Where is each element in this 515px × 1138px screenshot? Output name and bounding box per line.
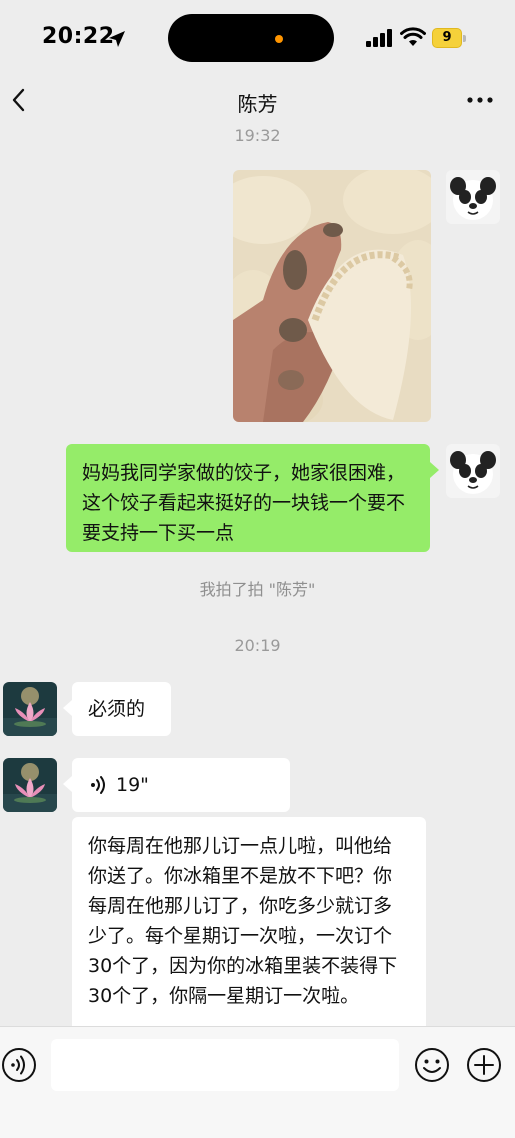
cellular-signal-icon (366, 29, 392, 47)
message-input[interactable] (51, 1039, 399, 1091)
my-avatar[interactable] (446, 170, 500, 224)
bubble-tail (430, 462, 439, 478)
wifi-icon (400, 27, 426, 46)
chat-header: 陈芳 (0, 76, 515, 126)
pat-notice: 我拍了拍 "陈芳" (199, 580, 316, 599)
dynamic-island (168, 14, 334, 62)
voice-wave-icon (91, 776, 105, 794)
battery-level: 9 (442, 30, 452, 45)
lotus-avatar-icon (3, 758, 57, 812)
plus-circle-icon[interactable] (465, 1046, 503, 1084)
emoji-icon[interactable] (413, 1046, 451, 1084)
voice-duration: 19" (116, 774, 149, 796)
message-list[interactable]: 19:32 妈妈我同学家做的饺子，她家很困难，这个饺子看起来挺好的一块钱一个要不… (0, 126, 515, 1026)
sent-message-bubble[interactable]: 妈妈我同学家做的饺子，她家很困难，这个饺子看起来挺好的一块钱一个要不要支持一下买… (66, 444, 430, 552)
sent-message-text: 妈妈我同学家做的饺子，她家很困难，这个饺子看起来挺好的一块钱一个要不要支持一下买… (82, 462, 406, 544)
contact-avatar[interactable] (3, 682, 57, 736)
privacy-indicator-dot (275, 35, 283, 43)
bubble-tail (63, 700, 72, 716)
voice-message-bubble[interactable]: 19" (72, 758, 290, 812)
status-time: 20:22 (42, 24, 115, 49)
bubble-tail (63, 776, 72, 792)
battery-icon: 9 (432, 28, 466, 48)
transcription-text: 你每周在他那儿订一点儿啦，叫他给你送了。你冰箱里不是放不下吧？你每周在他那儿订了… (88, 835, 398, 1007)
status-bar: 20:22 9 (0, 0, 515, 76)
panda-dog-avatar-icon (446, 170, 500, 224)
contact-avatar[interactable] (3, 758, 57, 812)
timestamp: 20:19 (234, 636, 281, 655)
timestamp: 19:32 (234, 126, 281, 145)
location-arrow-icon (109, 31, 125, 47)
voice-mode-icon[interactable] (0, 1046, 38, 1084)
received-message-bubble[interactable]: 必须的 (72, 682, 171, 736)
chat-title: 陈芳 (237, 92, 278, 116)
input-bar (0, 1026, 515, 1138)
dumpling-photo[interactable] (233, 170, 431, 422)
more-dots-icon[interactable] (464, 88, 496, 112)
my-avatar[interactable] (446, 444, 500, 498)
transcription-bubble[interactable]: 你每周在他那儿订一点儿啦，叫他给你送了。你冰箱里不是放不下吧？你每周在他那儿订了… (72, 817, 426, 1026)
lotus-avatar-icon (3, 682, 57, 736)
panda-dog-avatar-icon (446, 444, 500, 498)
dumpling-image (233, 170, 431, 422)
received-message-text: 必须的 (88, 698, 146, 720)
